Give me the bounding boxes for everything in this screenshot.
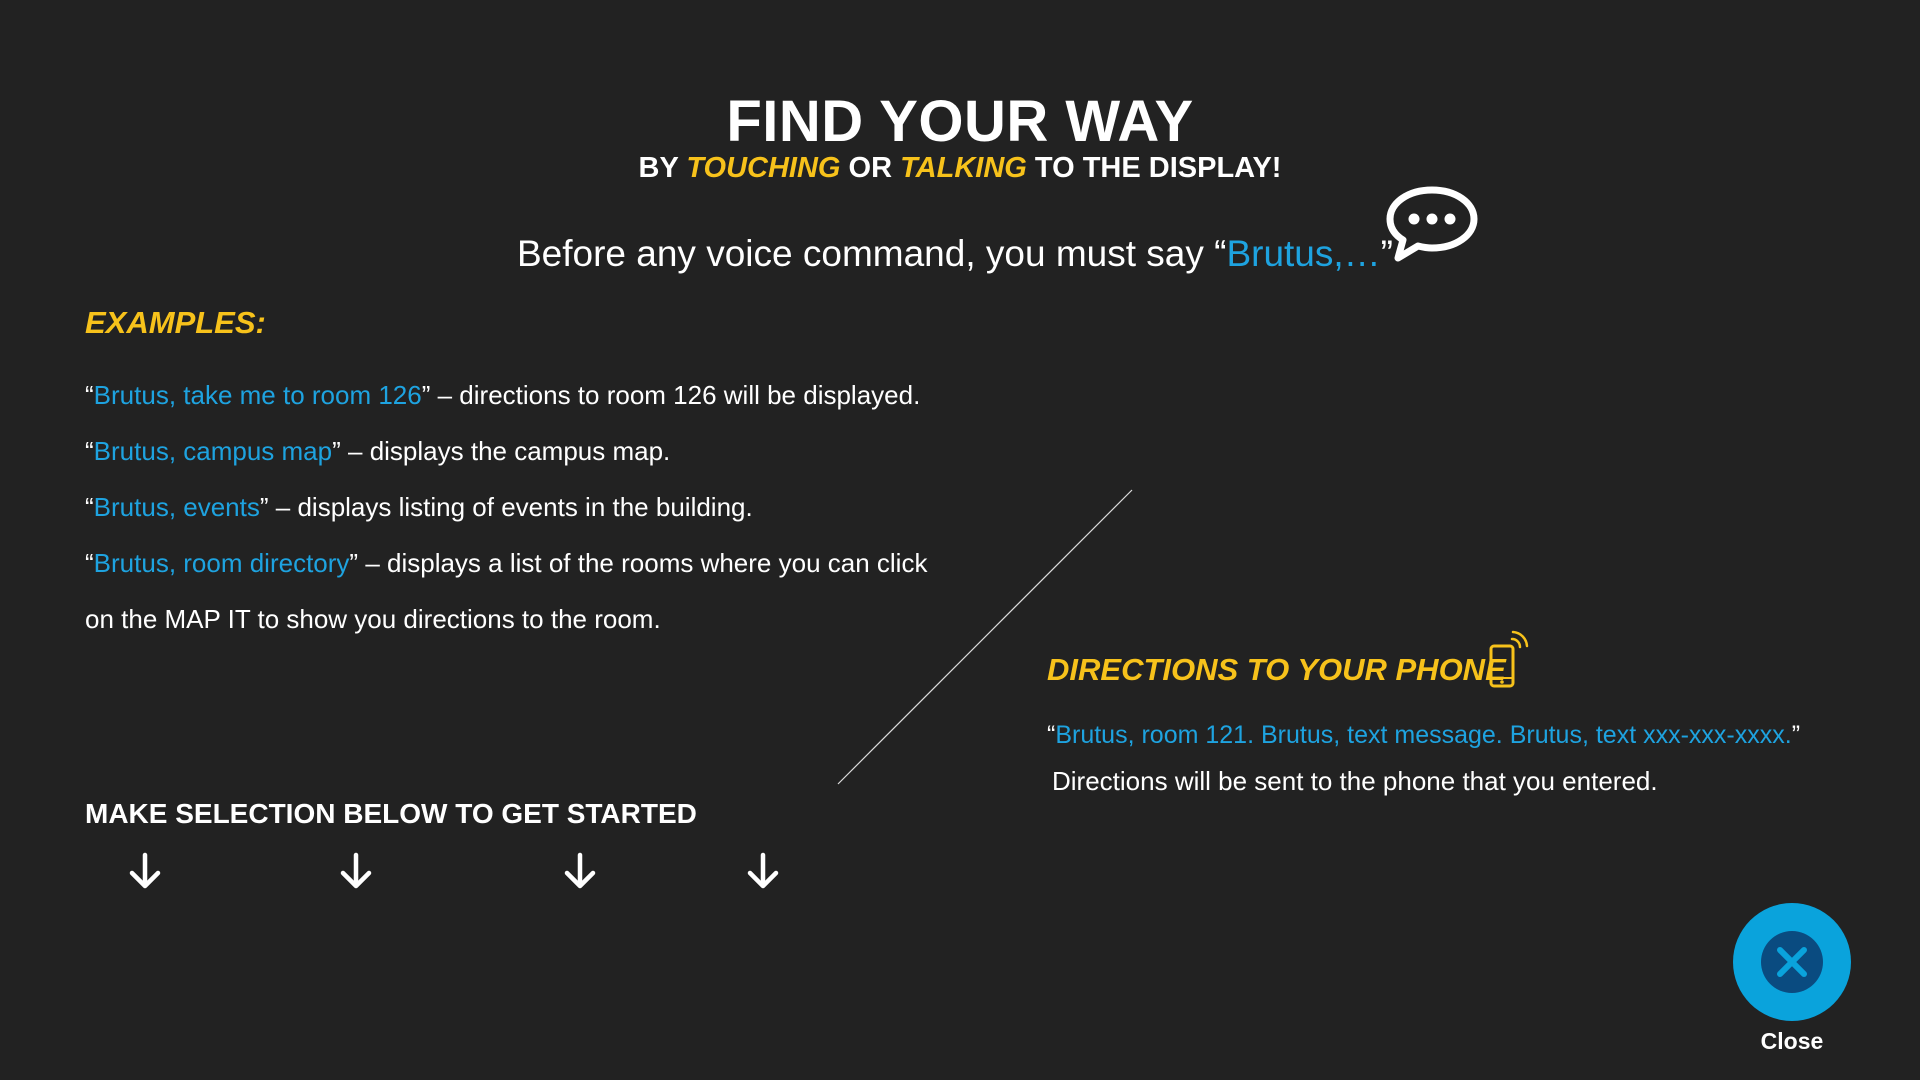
subtitle-part-1: BY [638,152,687,184]
example-item: “Brutus, events” – displays listing of e… [85,492,753,523]
arrow-down-icon [564,852,596,889]
voice-instruction-prefix: Before any voice command, you must say “ [516,233,1227,274]
example-open-quote: “ [85,548,94,578]
example-open-quote: “ [85,436,94,466]
voice-instruction: Before any voice command, you must say “… [0,233,1910,275]
example-close-quote: ” [349,548,359,578]
smartphone-icon [1489,630,1529,688]
example-description: – displays the campus map. [340,436,671,466]
phone-directions-note: Directions will be sent to the phone tha… [1052,766,1658,796]
arrow-down-icon [340,852,372,889]
example-continuation: on the MAP IT to show you directions to … [85,604,661,634]
subtitle-touching: TOUCHING [686,152,841,184]
page-subtitle: BY TOUCHING OR TALKING TO THE DISPLAY! [0,152,1920,185]
speech-bubble-icon [1386,186,1478,262]
arrow-down-icon [129,852,161,889]
close-icon [1777,947,1807,977]
close-button[interactable] [1733,903,1851,1021]
phone-example-text: Brutus, room 121. Brutus, text message. … [1055,721,1792,749]
close-button-inner [1761,931,1823,993]
example-item: “Brutus, campus map” – displays the camp… [85,436,670,467]
subtitle-part-3: TO THE DISPLAY! [1026,152,1282,184]
subtitle-talking: TALKING [900,152,1027,184]
example-command: Brutus, events [93,492,260,522]
phone-example-command: “Brutus, room 121. Brutus, text message.… [1047,721,1800,750]
example-description: – directions to room 126 will be display… [430,380,921,410]
voice-keyword: Brutus,… [1226,233,1381,274]
phone-example-close-quote: ” [1791,721,1801,749]
selection-prompt: MAKE SELECTION BELOW TO GET STARTED [85,798,697,829]
example-open-quote: “ [85,380,94,410]
arrow-down-icon [747,852,779,889]
page-title: FIND YOUR WAY [726,89,1194,154]
example-description: – displays listing of events in the buil… [268,492,753,522]
example-close-quote: ” [332,436,341,466]
example-close-quote: ” [259,492,269,522]
examples-heading: EXAMPLES: [85,305,266,340]
example-item: “Brutus, room directory” – displays a li… [85,548,927,579]
close-label[interactable]: Close [1733,1028,1851,1055]
example-command: Brutus, take me to room 126 [93,380,422,410]
example-command: Brutus, room directory [93,548,350,578]
example-item: “Brutus, take me to room 126” – directio… [85,380,920,411]
example-command: Brutus, campus map [93,436,333,466]
example-description: – displays a list of the rooms where you… [358,548,928,578]
phone-directions-heading: DIRECTIONS TO YOUR PHONE [1047,652,1506,687]
subtitle-part-2: OR [840,152,901,184]
find-your-way-screen: FIND YOUR WAY BY TOUCHING OR TALKING TO … [0,0,1920,1080]
example-open-quote: “ [85,492,94,522]
